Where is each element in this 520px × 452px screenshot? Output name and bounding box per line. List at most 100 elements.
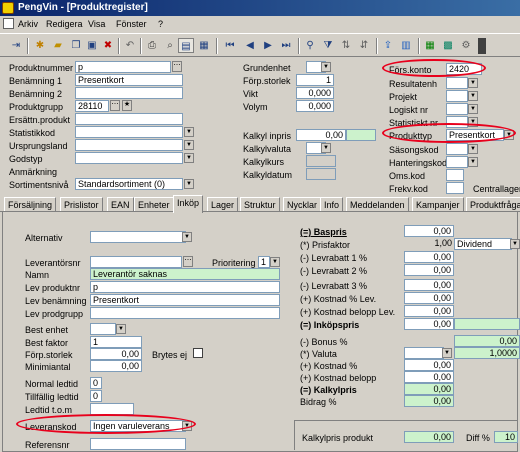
kalkyl-row-value-baspris[interactable]: 0,00 [404, 225, 454, 237]
form-view-icon[interactable]: ▤ [178, 38, 194, 53]
volym-field[interactable]: 0,000 [296, 100, 334, 112]
kalkylinpris-field[interactable]: 0,00 [296, 129, 346, 141]
brytesej-checkbox[interactable] [193, 348, 203, 358]
kalkyl-row-value-kostnad-belopp[interactable]: 0,00 [404, 371, 454, 383]
tab-produktfraga[interactable]: Produktfråga [466, 197, 520, 211]
binoculars-icon[interactable]: ⚲ [302, 38, 318, 53]
tab-prislistor[interactable]: Prislistor [60, 197, 103, 211]
ursprungsland-field[interactable] [75, 139, 183, 151]
grid-green-icon[interactable]: ▩ [440, 38, 456, 53]
produktgrupp-field[interactable]: 28110 [75, 100, 109, 112]
table-view-icon[interactable]: ▦ [196, 38, 212, 53]
produktgrupp-star-button[interactable]: ★ [122, 100, 132, 111]
kalkyl-row-value-levrabatt2[interactable]: 0,00 [404, 264, 454, 276]
kalkyl-row-value-levrabatt1[interactable]: 0,00 [404, 251, 454, 263]
valuta-field[interactable] [404, 347, 444, 359]
hanteringskod-field[interactable] [446, 156, 468, 168]
bestenhet-field[interactable] [90, 323, 116, 335]
produktgrupp-lookup-button[interactable]: ⋯ [110, 100, 120, 111]
filter-icon[interactable]: ⧩ [320, 38, 336, 53]
benamning1-field[interactable]: Presentkort [75, 74, 183, 86]
kalkylvaluta-dropdown[interactable]: ▼ [321, 143, 331, 153]
vikt-field[interactable]: 0,000 [296, 87, 334, 99]
normalledtid-field[interactable]: 0 [90, 377, 102, 389]
previous-record-icon[interactable]: ◀ [242, 38, 258, 53]
levprodgrupp-field[interactable] [90, 307, 280, 319]
settings-icon[interactable]: ⚙ [458, 38, 474, 53]
godstyp-field[interactable] [75, 152, 183, 164]
sortimentsniva-field[interactable]: Standardsortiment (0) [75, 178, 183, 190]
leverantorsnr-lookup-button[interactable]: ⋯ [183, 256, 193, 267]
delete-icon[interactable]: ✖ [100, 38, 116, 53]
valuta-dropdown[interactable]: ▼ [442, 348, 452, 358]
calendar-icon[interactable]: ▦ [422, 38, 438, 53]
menu-fonster[interactable]: Fönster [116, 19, 147, 29]
open-folder-icon[interactable]: ▰ [50, 38, 66, 53]
levbenamning-field[interactable]: Presentkort [90, 294, 280, 306]
menu-visa[interactable]: Visa [88, 19, 105, 29]
tab-struktur[interactable]: Struktur [240, 197, 280, 211]
frekvkod-field[interactable] [446, 182, 464, 194]
sasongskod-field[interactable] [446, 143, 468, 155]
levproduktnr-field[interactable]: p [90, 281, 280, 293]
produktnummer-field[interactable]: p [75, 61, 171, 73]
kalkyl-row-value-levrabatt3[interactable]: 0,00 [404, 279, 454, 291]
bestfaktor-field[interactable]: 1 [90, 336, 142, 348]
tab-nycklar[interactable]: Nycklar [283, 197, 322, 211]
tab-ean[interactable]: EAN [107, 197, 134, 211]
ersattn-field[interactable] [75, 113, 183, 125]
projekt-field[interactable] [446, 90, 468, 102]
toolbar-scroll-handle[interactable] [478, 38, 486, 54]
first-record-icon[interactable]: ⏮ [222, 38, 238, 53]
print-icon[interactable]: ⎙ [144, 38, 160, 53]
logisktnr-dropdown[interactable]: ▼ [468, 104, 478, 114]
lookup-button[interactable]: ⋯ [172, 61, 182, 72]
tab-meddelanden[interactable]: Meddelanden [346, 197, 409, 211]
document-icon[interactable] [3, 18, 14, 29]
logisktnr-field[interactable] [446, 103, 468, 115]
menu-arkiv[interactable]: Arkiv [18, 19, 38, 29]
new-record-icon[interactable]: ⇥ [8, 38, 24, 53]
tab-enheter[interactable]: Enheter [134, 197, 174, 211]
forpstorlek-field[interactable]: 1 [296, 74, 334, 86]
bestenhet-dropdown[interactable]: ▼ [116, 324, 126, 334]
godstyp-dropdown[interactable]: ▼ [184, 153, 194, 163]
report-icon[interactable]: ▥ [398, 38, 414, 53]
statistikkod-dropdown[interactable]: ▼ [184, 127, 194, 137]
tab-info[interactable]: Info [320, 197, 344, 211]
alternativ-field[interactable] [90, 231, 186, 243]
sortimentsniva-dropdown[interactable]: ▼ [184, 179, 194, 189]
sort-desc-icon[interactable]: ⇵ [356, 38, 372, 53]
kalkyl-row-value-kostnad-belopp-lev[interactable]: 0,00 [404, 305, 454, 317]
minimiantal-field[interactable]: 0,00 [90, 360, 142, 372]
sort-icon[interactable]: ⇅ [338, 38, 354, 53]
hanteringskod-dropdown[interactable]: ▼ [468, 157, 478, 167]
grundenhet-dropdown[interactable]: ▼ [321, 62, 331, 72]
omskod-field[interactable] [446, 169, 464, 181]
last-record-icon[interactable]: ⏭ [278, 38, 294, 53]
ursprungsland-dropdown[interactable]: ▼ [184, 140, 194, 150]
prioritering-dropdown[interactable]: ▼ [270, 257, 280, 267]
save-icon[interactable]: ▣ [84, 38, 100, 53]
tab-lager[interactable]: Lager [207, 197, 239, 211]
next-record-icon[interactable]: ▶ [260, 38, 276, 53]
prisfaktor-mode-field[interactable]: Dividend [454, 238, 512, 250]
undo-icon[interactable]: ↶ [122, 38, 138, 53]
copy-icon[interactable]: ❐ [68, 38, 84, 53]
prisfaktor-mode-dropdown[interactable]: ▼ [510, 239, 520, 249]
sasongskod-dropdown[interactable]: ▼ [468, 144, 478, 154]
alternativ-dropdown[interactable]: ▼ [182, 232, 192, 242]
tab-forsaljning[interactable]: Försäljning [4, 197, 57, 211]
add-icon[interactable]: ✱ [32, 38, 48, 53]
kalkyl-row-value-kostnad-pct[interactable]: 0,00 [404, 359, 454, 371]
tab-kampanjer[interactable]: Kampanjer [412, 197, 464, 211]
resultatenh-field[interactable] [446, 77, 468, 89]
leverantorsnr-field[interactable] [90, 256, 182, 268]
kalkyl-row-value-inkopspris[interactable]: 0,00 [404, 318, 454, 330]
prioritering-field[interactable]: 1 [258, 256, 270, 268]
projekt-dropdown[interactable]: ▼ [468, 91, 478, 101]
print-preview-icon[interactable]: ⌕ [162, 38, 178, 53]
export-icon[interactable]: ⇪ [380, 38, 396, 53]
menu-redigera[interactable]: Redigera [46, 19, 83, 29]
forpstorlek-inkop-field[interactable]: 0,00 [90, 348, 142, 360]
